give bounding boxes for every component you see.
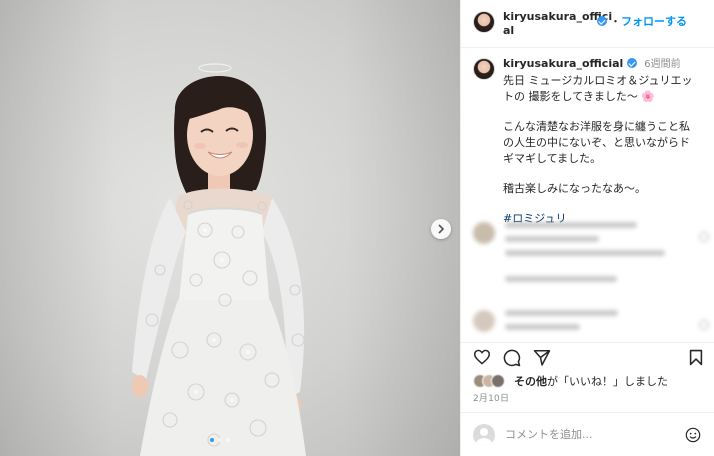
caption-avatar[interactable] bbox=[473, 58, 495, 80]
post-details-panel: kiryusakura_official ・フォローする kiryusakura… bbox=[460, 0, 714, 456]
commenter-avatar bbox=[473, 310, 495, 332]
caption-header-line: kiryusakura_official 6週間前 bbox=[503, 56, 699, 73]
commenter-avatar bbox=[473, 222, 495, 244]
comment-item bbox=[473, 276, 709, 298]
flower-emoji: 🌸 bbox=[641, 90, 656, 103]
post-time[interactable]: 6週間前 bbox=[644, 59, 680, 70]
heart-icon bbox=[699, 320, 709, 330]
next-slide-button[interactable] bbox=[431, 219, 451, 239]
caption-line-1: 先日 ミュージカルロミオ＆ジュリエットの 撮影をしてきました〜 🌸 bbox=[503, 73, 699, 105]
caption-text-1: 先日 ミュージカルロミオ＆ジュリエットの 撮影をしてきました〜 bbox=[503, 74, 693, 103]
verified-badge-icon bbox=[597, 14, 607, 28]
comment-composer bbox=[461, 412, 714, 456]
current-user-avatar bbox=[473, 423, 495, 446]
post-actions: その他が「いいね！」しました 2月10日 bbox=[461, 342, 714, 412]
caption-text-3: 稽古楽しみになったなあ〜。 bbox=[503, 182, 646, 195]
bookmark-icon[interactable] bbox=[689, 349, 703, 366]
chevron-right-icon bbox=[438, 224, 445, 234]
profile-avatar[interactable] bbox=[473, 11, 495, 33]
post-photo[interactable] bbox=[0, 0, 460, 456]
comment-item bbox=[473, 310, 709, 338]
follow-button[interactable]: ・フォローする bbox=[610, 15, 687, 29]
emoji-icon[interactable] bbox=[685, 427, 701, 443]
post-header: kiryusakura_official ・フォローする bbox=[461, 0, 714, 48]
carousel-dot bbox=[226, 438, 230, 442]
caption-username[interactable]: kiryusakura_official bbox=[503, 57, 623, 70]
heart-icon[interactable] bbox=[473, 349, 491, 365]
post-date[interactable]: 2月10日 bbox=[473, 391, 509, 404]
likes-suffix: が「いいね！」しました bbox=[547, 375, 668, 388]
post-caption: kiryusakura_official 6週間前 先日 ミュージカルロミオ＆ジ… bbox=[473, 56, 709, 227]
follow-label: フォローする bbox=[621, 15, 687, 28]
comment-item bbox=[473, 222, 709, 264]
verified-badge-icon bbox=[626, 58, 637, 68]
likes-others-link[interactable]: その他 bbox=[514, 375, 547, 388]
share-icon[interactable] bbox=[533, 349, 551, 366]
comments-list-blurred bbox=[473, 222, 709, 350]
likes-summary[interactable]: その他が「いいね！」しました bbox=[473, 373, 668, 389]
comment-input[interactable] bbox=[505, 428, 675, 441]
carousel-indicator bbox=[210, 438, 230, 442]
carousel-dot bbox=[218, 438, 222, 442]
separator-dot: ・ bbox=[610, 15, 621, 28]
liker-avatars bbox=[473, 374, 505, 388]
comment-icon[interactable] bbox=[503, 349, 521, 367]
carousel-dot-active bbox=[210, 438, 214, 442]
photo-illustration bbox=[132, 63, 306, 456]
heart-icon bbox=[699, 232, 709, 242]
caption-text-2: こんな清楚なお洋服を身に纏うこと私の人生の中にないぞ、と思いながらドギマギしてま… bbox=[503, 120, 690, 165]
